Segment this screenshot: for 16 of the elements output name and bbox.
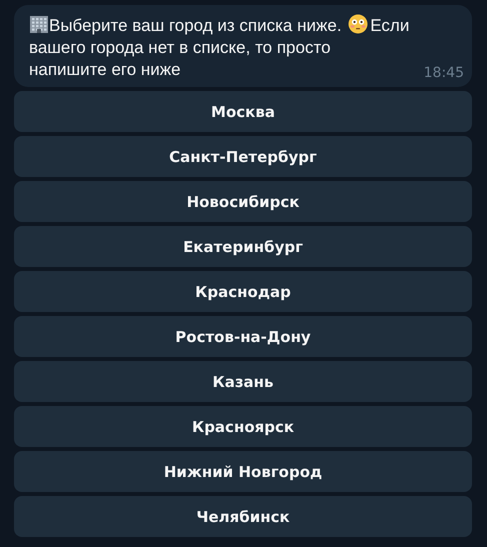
city-button[interactable]: Москва — [14, 91, 472, 132]
building-icon — [29, 14, 49, 34]
message-text: Выберите ваш город из списка ниже. — [49, 16, 343, 35]
city-button[interactable]: Нижний Новгород — [14, 451, 472, 492]
message-text: вашего города нет в списке, то просто напишите его ниже — [29, 37, 332, 81]
city-button[interactable]: Екатеринбург — [14, 226, 472, 267]
city-button[interactable]: Ростов-на-Дону — [14, 316, 472, 357]
flushed-face-icon — [348, 14, 368, 34]
city-button[interactable]: Санкт-Петербург — [14, 136, 472, 177]
message-text: Если — [370, 16, 410, 35]
message-time: 18:45 — [424, 65, 464, 81]
city-button[interactable]: Краснодар — [14, 271, 472, 312]
city-button[interactable]: Казань — [14, 361, 472, 402]
city-button[interactable]: Красноярск — [14, 406, 472, 447]
city-button[interactable]: Новосибирск — [14, 181, 472, 222]
city-button[interactable]: Челябинск — [14, 496, 472, 537]
